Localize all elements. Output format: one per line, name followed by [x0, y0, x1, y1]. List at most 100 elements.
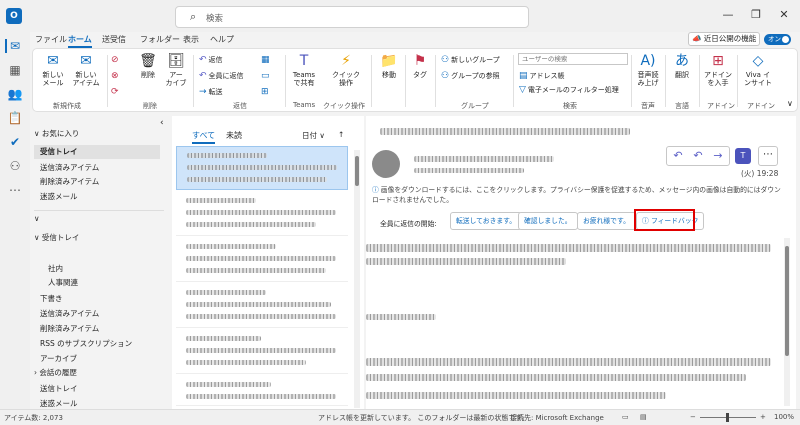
- folder-conversation-history[interactable]: › 会話の履歴: [34, 367, 77, 378]
- sort-by-date[interactable]: 日付 ∨: [302, 130, 325, 141]
- address-book-button[interactable]: ▤ アドレス帳: [519, 71, 565, 81]
- lightning-icon: ⚡: [341, 53, 351, 69]
- delete-button[interactable]: 🗑 削除: [135, 53, 161, 79]
- reply-all-icon: ↶: [199, 71, 207, 81]
- translate-button[interactable]: あ翻訳: [669, 53, 695, 79]
- junk-button[interactable]: ⊗: [111, 71, 121, 81]
- inbox-folder[interactable]: ∨ 受信トレイ: [34, 232, 79, 243]
- folder-archive[interactable]: アーカイブ: [40, 353, 77, 364]
- list-item[interactable]: [176, 284, 348, 328]
- todo-check-icon[interactable]: ✔: [5, 132, 25, 152]
- zoom-out-icon[interactable]: −: [690, 413, 696, 421]
- reply-button[interactable]: ↶ 返信: [199, 55, 223, 65]
- tab-help[interactable]: ヘルプ: [210, 34, 234, 45]
- list-item[interactable]: [176, 330, 348, 374]
- normal-view-icon[interactable]: ▭: [622, 413, 629, 421]
- collapse-folder-pane-icon[interactable]: ‹: [160, 118, 164, 128]
- sort-direction-icon[interactable]: ↑: [338, 130, 344, 139]
- folder-rss[interactable]: RSS のサブスクリプション: [40, 338, 132, 349]
- reading-view-icon[interactable]: ▤: [640, 413, 647, 421]
- tab-send-receive[interactable]: 送受信: [102, 34, 126, 45]
- share-teams-button[interactable]: T Teams で共有: [289, 53, 319, 87]
- translate-icon: あ: [675, 53, 689, 69]
- new-item-button[interactable]: ✉ 新しい アイテム: [71, 53, 101, 87]
- folder-outbox[interactable]: 送信トレイ: [40, 383, 78, 394]
- list-item[interactable]: [176, 376, 348, 406]
- suggested-replies-label: 全員に返信の開始:: [380, 220, 437, 228]
- minimize-button[interactable]: —: [718, 6, 738, 24]
- search-input[interactable]: ⌕ 検索: [175, 6, 529, 28]
- folder-junk[interactable]: 迷惑メール: [40, 398, 78, 409]
- meeting-button[interactable]: ▦: [261, 55, 272, 65]
- folder-drafts[interactable]: 下書き: [40, 293, 63, 304]
- forward-icon[interactable]: →: [708, 149, 728, 162]
- list-item[interactable]: [176, 238, 348, 282]
- folder-hr[interactable]: 人事関連: [48, 277, 78, 288]
- fav-junk[interactable]: 迷惑メール: [40, 191, 78, 202]
- tasks-icon[interactable]: 📋: [5, 108, 25, 128]
- teams-icon: T: [299, 53, 309, 69]
- apps-icon[interactable]: ⚇: [5, 156, 25, 176]
- zoom-slider-thumb[interactable]: [726, 413, 729, 422]
- tags-button[interactable]: ⚑ タグ: [409, 53, 431, 79]
- app-rail: ✉ ▦ 👥 📋 ✔ ⚇ ⋯: [0, 32, 30, 409]
- calendar-icon[interactable]: ▦: [5, 60, 25, 80]
- suggested-reply-2[interactable]: 確認しました。: [518, 212, 578, 230]
- more-respond-button[interactable]: ⊞: [261, 87, 271, 97]
- maximize-button[interactable]: ❐: [746, 6, 766, 24]
- download-images-notice[interactable]: ⓘ 画像をダウンロードするには、ここをクリックします。プライバシー保護を促進するた…: [372, 185, 782, 205]
- tab-home[interactable]: ホーム: [68, 34, 92, 48]
- cleanup-button[interactable]: ⟳: [111, 87, 121, 97]
- list-item[interactable]: [176, 146, 348, 190]
- search-people-input[interactable]: ユーザーの検索: [518, 53, 628, 65]
- browse-groups-button[interactable]: ⚇ グループの参照: [441, 71, 500, 81]
- viva-insights-button[interactable]: ◇ Viva イ ンサイト: [741, 53, 775, 87]
- zoom-in-icon[interactable]: +: [760, 413, 766, 421]
- mail-icon[interactable]: ✉: [5, 36, 25, 56]
- more-options-icon[interactable]: ⋯: [758, 146, 778, 166]
- reading-pane-scrollbar[interactable]: [784, 238, 790, 406]
- more-apps-icon[interactable]: ⋯: [5, 180, 25, 200]
- list-item[interactable]: [176, 192, 348, 236]
- move-button[interactable]: 📁 移動: [377, 53, 401, 79]
- tab-file[interactable]: ファイル: [35, 34, 67, 45]
- suggested-reply-3[interactable]: お疲れ様です。: [577, 212, 636, 230]
- favorites-header[interactable]: ∨ お気に入り: [34, 128, 79, 139]
- fav-inbox[interactable]: 受信トレイ: [34, 145, 160, 159]
- account-toggle[interactable]: ∨: [34, 214, 40, 223]
- zoom-level[interactable]: 100%: [774, 413, 794, 421]
- forward-button[interactable]: → 転送: [199, 87, 223, 97]
- addins-icon: ⊞: [712, 53, 724, 69]
- ignore-button[interactable]: ⊘: [111, 55, 121, 65]
- tab-view[interactable]: 表示: [183, 34, 199, 45]
- folder-sent[interactable]: 送信済みアイテム: [40, 308, 99, 319]
- teams-icon[interactable]: T: [735, 148, 751, 164]
- message-list-scrollbar[interactable]: [354, 150, 360, 408]
- reply-icon[interactable]: ↶: [668, 149, 688, 162]
- calendar-small-icon: ▦: [261, 55, 270, 65]
- read-aloud-button[interactable]: A) 音声読 み上げ: [635, 53, 661, 87]
- new-mail-button[interactable]: ✉ 新しい メール: [39, 53, 67, 87]
- folder-deleted[interactable]: 削除済みアイテム: [40, 323, 99, 334]
- coming-soon-toggle[interactable]: オン: [764, 34, 791, 45]
- get-addins-button[interactable]: ⊞ アドイン を入手: [703, 53, 733, 87]
- tab-unread[interactable]: 未読: [226, 130, 242, 141]
- quick-steps-button[interactable]: ⚡ クイック 操作: [329, 53, 363, 87]
- people-icon[interactable]: 👥: [5, 84, 25, 104]
- archive-button[interactable]: 🗄 アー カイブ: [163, 53, 189, 87]
- tab-folder[interactable]: フォルダー: [140, 34, 180, 45]
- tab-all[interactable]: すべて: [192, 130, 216, 144]
- new-group-button[interactable]: ⚇ 新しいグループ: [441, 55, 500, 65]
- reply-all-icon[interactable]: ↶: [688, 149, 708, 162]
- coming-soon-button[interactable]: 📣 近日公開の機能: [688, 32, 761, 46]
- reply-all-button[interactable]: ↶ 全員に返信: [199, 71, 244, 81]
- flag-icon: ⚑: [413, 53, 427, 69]
- collapse-ribbon-icon[interactable]: ∨: [787, 99, 793, 108]
- fav-deleted[interactable]: 削除済みアイテム: [40, 176, 99, 187]
- close-button[interactable]: ✕: [774, 6, 794, 24]
- folder-internal[interactable]: 社内: [48, 263, 63, 274]
- filter-email-button[interactable]: ▽ 電子メールのフィルター処理: [519, 85, 619, 95]
- fav-sent[interactable]: 送信済みアイテム: [40, 162, 99, 173]
- suggested-reply-1[interactable]: 転送しておきます。: [450, 212, 523, 230]
- im-button[interactable]: ▭: [261, 71, 272, 81]
